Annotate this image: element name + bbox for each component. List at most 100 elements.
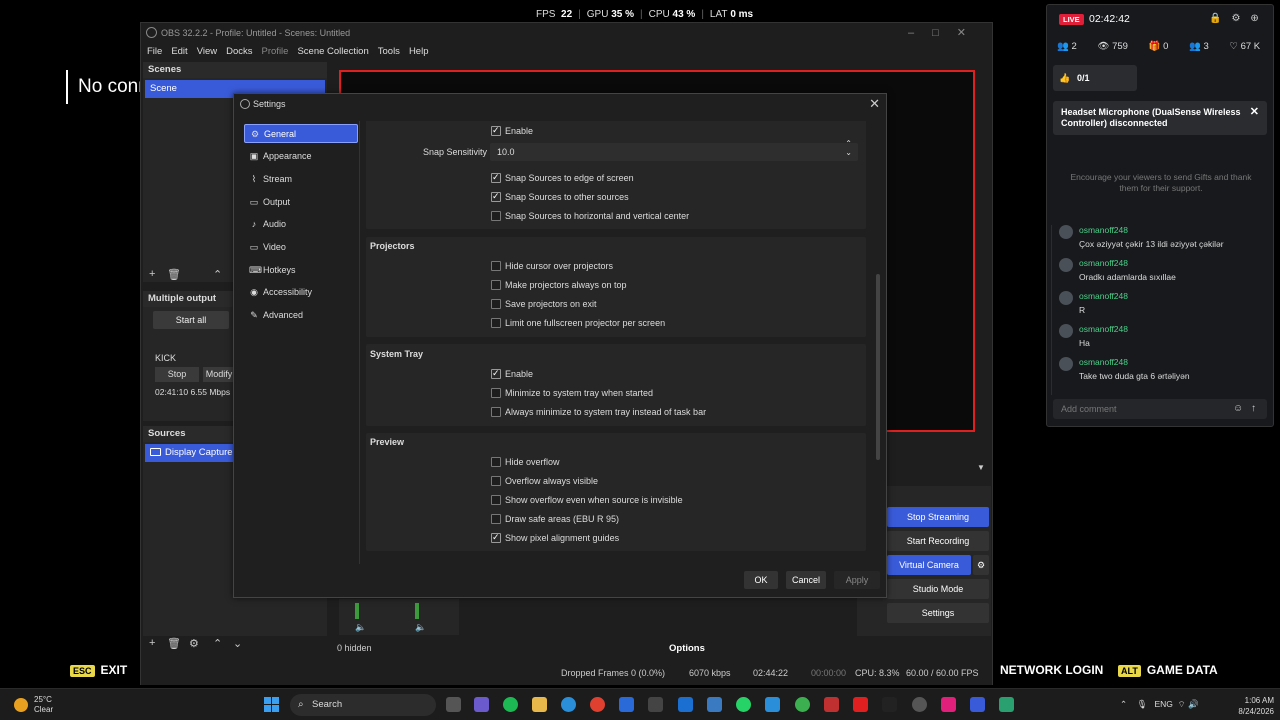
photos-icon[interactable] <box>619 697 634 712</box>
app-icon[interactable] <box>824 697 839 712</box>
language-indicator[interactable]: ENG <box>1154 699 1172 709</box>
hide-cursor-checkbox[interactable]: Hide cursor over projectors <box>491 261 613 271</box>
task-view-icon[interactable] <box>446 697 461 712</box>
ok-button[interactable]: OK <box>744 571 778 589</box>
send-icon[interactable]: ↑ <box>1251 403 1256 414</box>
nav-advanced[interactable]: ✎ Advanced <box>244 306 358 325</box>
limit-projector-checkbox[interactable]: Limit one fullscreen projector per scree… <box>491 318 665 328</box>
menu-help[interactable]: Help <box>409 43 429 61</box>
app-icon[interactable] <box>882 697 897 712</box>
nav-output[interactable]: ▭ Output <box>244 193 358 212</box>
add-source-button[interactable]: + <box>149 637 155 649</box>
chrome-icon[interactable] <box>590 697 605 712</box>
hide-overflow-checkbox[interactable]: Hide overflow <box>491 457 560 467</box>
move-down-icon[interactable]: ⌄ <box>233 637 242 650</box>
nav-audio[interactable]: ♪ Audio <box>244 215 358 234</box>
apply-button[interactable]: Apply <box>834 571 880 589</box>
settings-button[interactable]: Settings <box>887 603 989 623</box>
menu-profile[interactable]: Profile <box>262 43 289 61</box>
file-explorer-icon[interactable] <box>532 697 547 712</box>
chat-username[interactable]: osmanoff248 <box>1079 291 1128 301</box>
whatsapp-icon[interactable] <box>736 697 751 712</box>
chat-header-icons[interactable]: 🔒⚙⊕ <box>1209 13 1269 24</box>
chat-username[interactable]: osmanoff248 <box>1079 357 1190 367</box>
virtual-camera-button[interactable]: Virtual Camera <box>887 555 971 575</box>
edge-icon[interactable] <box>561 697 576 712</box>
gear-icon[interactable]: ⚙ <box>973 555 989 575</box>
close-icon[interactable]: ✕ <box>869 96 880 112</box>
settings-scrollbar[interactable] <box>876 274 880 460</box>
obs-icon[interactable] <box>912 697 927 712</box>
windows-start-icon[interactable] <box>264 697 280 713</box>
nav-appearance[interactable]: ▣ Appearance <box>244 147 358 166</box>
window-controls[interactable]: –□✕ <box>908 26 984 39</box>
minimize-started-checkbox[interactable]: Minimize to system tray when started <box>491 388 653 398</box>
tiktok-icon[interactable] <box>941 697 956 712</box>
options-button[interactable]: Options <box>669 643 705 654</box>
nav-stream[interactable]: ⌇ Stream <box>244 170 358 189</box>
close-icon[interactable]: ✕ <box>1250 107 1259 118</box>
speaker-icon[interactable]: 🔈 <box>415 622 426 633</box>
store-icon[interactable] <box>648 697 663 712</box>
app-icon[interactable] <box>999 697 1014 712</box>
outlook-icon[interactable] <box>678 697 693 712</box>
pixel-guides-checkbox[interactable]: Show pixel alignment guides <box>491 532 619 543</box>
app-icon[interactable] <box>765 697 780 712</box>
copilot-icon[interactable] <box>474 697 489 712</box>
menu-edit[interactable]: Edit <box>171 43 187 61</box>
gear-icon[interactable]: ⚙ <box>189 637 199 650</box>
nav-hotkeys[interactable]: ⌨ Hotkeys <box>244 261 358 280</box>
snap-other-checkbox[interactable]: Snap Sources to other sources <box>491 191 629 202</box>
cancel-button[interactable]: Cancel <box>786 571 826 589</box>
chat-username[interactable]: osmanoff248 <box>1079 258 1176 268</box>
app-icon[interactable] <box>795 697 810 712</box>
safe-areas-checkbox[interactable]: Draw safe areas (EBU R 95) <box>491 514 619 524</box>
chevron-up-icon[interactable]: ⌃ <box>1120 699 1127 709</box>
speaker-icon[interactable]: 🔈 <box>355 622 366 633</box>
spin-arrows-icon[interactable]: ⌃ ⌄ <box>845 139 852 157</box>
trash-icon[interactable]: 🗑 <box>167 268 181 281</box>
overflow-invisible-checkbox[interactable]: Show overflow even when source is invisi… <box>491 495 683 505</box>
kick-modify-button[interactable]: Modify <box>203 367 235 382</box>
youtube-icon[interactable] <box>853 697 868 712</box>
spotify-icon[interactable] <box>503 697 518 712</box>
studio-mode-button[interactable]: Studio Mode <box>887 579 989 599</box>
always-minimize-checkbox[interactable]: Always minimize to system tray instead o… <box>491 407 706 417</box>
microphone-icon[interactable]: 🎙 <box>1137 699 1148 709</box>
emoji-icon[interactable]: ☺ <box>1233 403 1243 414</box>
snap-edge-checkbox[interactable]: Snap Sources to edge of screen <box>491 172 634 183</box>
taskbar-search[interactable]: ⌕ Search <box>290 694 436 716</box>
menu-scene-collection[interactable]: Scene Collection <box>297 43 368 61</box>
save-projectors-checkbox[interactable]: Save projectors on exit <box>491 299 597 309</box>
menu-file[interactable]: File <box>147 43 162 61</box>
app-icon[interactable] <box>707 697 722 712</box>
overflow-visible-checkbox[interactable]: Overflow always visible <box>491 476 598 486</box>
add-scene-button[interactable]: + <box>149 268 155 280</box>
menu-docks[interactable]: Docks <box>226 43 252 61</box>
nav-general[interactable]: ⚙ General <box>244 124 358 143</box>
volume-icon[interactable]: 🔊 <box>1188 699 1199 709</box>
chat-username[interactable]: osmanoff248 <box>1079 324 1128 334</box>
app-icon[interactable] <box>970 697 985 712</box>
projectors-on-top-checkbox[interactable]: Make projectors always on top <box>491 280 627 290</box>
tray-enable-checkbox[interactable]: Enable <box>491 368 533 379</box>
chat-username[interactable]: osmanoff248 <box>1079 225 1224 235</box>
stop-streaming-button[interactable]: Stop Streaming <box>887 507 989 527</box>
snapping-enable-checkbox[interactable]: Enable <box>491 125 533 136</box>
wifi-icon[interactable]: ⌔ <box>1178 699 1186 709</box>
move-up-icon[interactable]: ⌃ <box>213 268 222 281</box>
dropdown-arrow-icon[interactable]: ▼ <box>977 463 987 473</box>
kick-stop-button[interactable]: Stop <box>155 367 199 382</box>
nav-accessibility[interactable]: ◉ Accessibility <box>244 283 358 302</box>
menu-tools[interactable]: Tools <box>378 43 400 61</box>
nav-video[interactable]: ▭ Video <box>244 238 358 257</box>
snap-sensitivity-spinbox[interactable]: 10.0 ⌃ ⌄ <box>490 139 858 161</box>
clock[interactable]: 1:06 AM 8/24/2026 <box>1224 695 1274 717</box>
goal-badge[interactable]: 👍 0/1 <box>1053 65 1137 91</box>
start-recording-button[interactable]: Start Recording <box>887 531 989 551</box>
move-up-icon[interactable]: ⌃ <box>213 637 222 650</box>
start-all-button[interactable]: Start all <box>153 311 229 329</box>
weather-widget[interactable]: 25°C Clear <box>34 695 53 715</box>
remove-source-icon[interactable]: 🗑 <box>167 637 181 650</box>
menu-view[interactable]: View <box>197 43 217 61</box>
